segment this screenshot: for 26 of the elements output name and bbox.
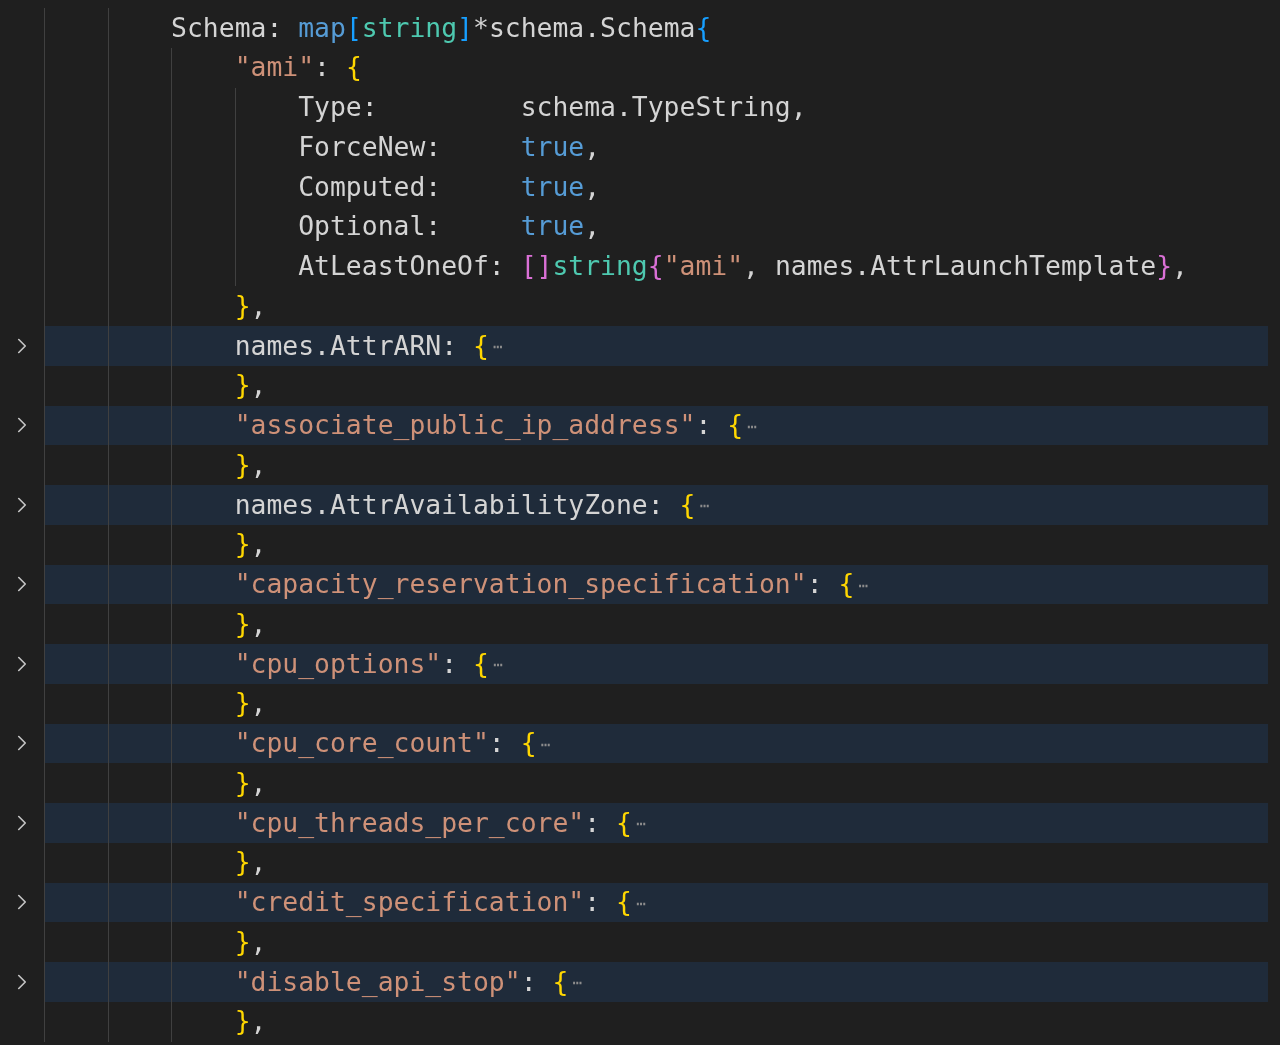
code-line: "ami": { xyxy=(234,54,362,81)
code-line: Schema: map[string]*schema.Schema{ xyxy=(171,14,712,42)
code-line: "disable_api_stop": {⋯ xyxy=(234,968,582,996)
code-line: "cpu_core_count": {⋯ xyxy=(234,730,551,757)
code-line: Type: schema.TypeString, xyxy=(298,94,807,121)
code-line: }, xyxy=(234,610,267,638)
code-line: names.AttrARN: {⋯ xyxy=(234,332,503,360)
code-line: Optional: true, xyxy=(298,213,601,240)
code-line: ForceNew: true, xyxy=(298,133,601,161)
code-line: "credit_specification": {⋯ xyxy=(234,889,646,916)
code-line: }, xyxy=(234,372,267,399)
code-line: }, xyxy=(234,690,267,717)
code-line: "cpu_options": {⋯ xyxy=(234,650,503,678)
code-line: "associate_public_ip_address": {⋯ xyxy=(234,412,757,439)
code-line: }, xyxy=(234,928,267,956)
code-line: "capacity_reservation_specification": {⋯ xyxy=(234,571,868,598)
code-line: AtLeastOneOf: []string{"ami", names.AttrLaunchTemplate}, xyxy=(298,253,1188,280)
code-line: }, xyxy=(234,531,267,558)
code-line: "cpu_threads_per_core": {⋯ xyxy=(234,809,646,837)
code-line: names.AttrAvailabilityZone: {⋯ xyxy=(234,491,710,519)
code-line: }, xyxy=(234,1008,267,1035)
code-line: }, xyxy=(234,451,267,479)
code-line: }, xyxy=(234,769,267,797)
code-line: Computed: true, xyxy=(298,173,601,201)
code-line: }, xyxy=(234,849,267,876)
code-line: }, xyxy=(234,292,267,320)
